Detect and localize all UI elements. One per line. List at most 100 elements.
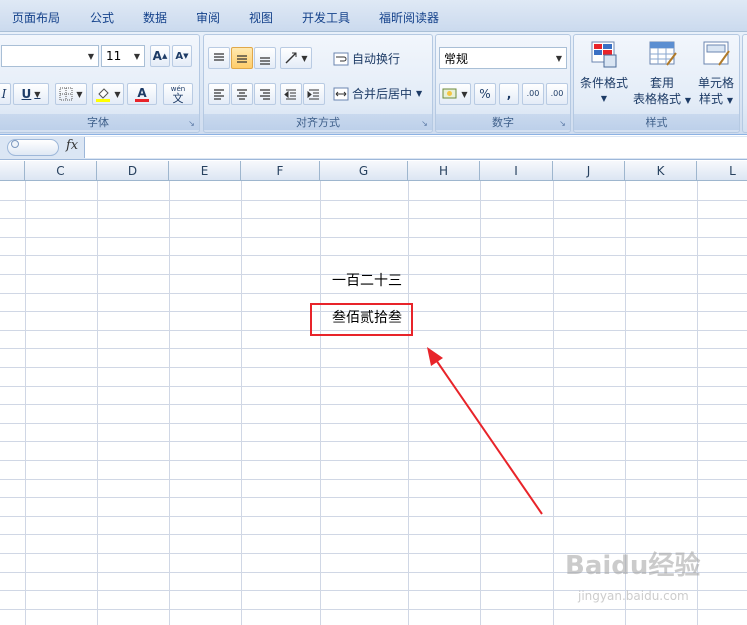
chevron-down-icon: ▼ [555,53,562,63]
tab-foxit-reader[interactable]: 福昕阅读器 [379,9,439,26]
currency-icon [442,88,457,99]
dialog-launcher-icon[interactable]: ↘ [420,119,429,128]
cell-styles-line2: 样式 ▼ [699,92,733,106]
cell-styles-icon [703,41,730,66]
italic-button[interactable]: I [0,83,11,105]
ribbon: ▼ 11 ▼ A ▲ A ▼ I U ▼ ▼ ▼ A wén 文 字体 ↘ ▼ … [0,32,747,135]
tab-data[interactable]: 数据 [143,9,167,26]
arrow-head-icon [427,347,443,366]
italic-label: I [1,87,7,101]
merge-center-label: 合并后居中 [352,87,413,101]
comma-label: , [506,87,512,101]
text-orientation-icon [285,52,297,64]
fill-color-button[interactable]: ▼ [92,83,124,105]
align-left-icon [214,89,224,100]
align-middle-icon [237,55,247,63]
increase-indent-button[interactable] [303,83,325,105]
grow-font-button[interactable]: A ▲ [150,45,170,67]
table-format-line1: 套用 [649,76,674,90]
decrease-indent-button[interactable] [280,83,302,105]
dialog-launcher-icon[interactable]: ↘ [558,119,567,128]
decrease-indent-icon [284,89,296,100]
number-group-label: 数字 [436,114,570,130]
increase-decimal-label: .00 [526,89,540,98]
align-middle-button[interactable] [231,47,253,69]
cell-styles-button[interactable]: 单元格 样式 ▼ [692,39,740,115]
number-format-value: 常规 [444,51,469,66]
name-box-handle-icon[interactable] [11,140,19,148]
alignment-group: ▼ 自动换行 合并后居中 ▼ 对齐方式 ↘ [203,34,433,133]
decrease-decimal-button[interactable]: .00 [546,83,568,105]
conditional-format-icon [591,41,617,68]
tab-view[interactable]: 视图 [249,9,273,26]
baidu-watermark: Baidu经验 [565,551,701,581]
align-center-button[interactable] [231,83,253,105]
wrap-text-label: 自动换行 [352,52,401,66]
font-group-label: 字体 [0,114,199,130]
font-group: ▼ 11 ▼ A ▲ A ▼ I U ▼ ▼ ▼ A wén 文 字体 ↘ [0,34,200,133]
increase-indent-icon [307,89,319,100]
table-format-line2: 表格格式 ▼ [633,92,691,106]
conditional-formatting-button[interactable]: 条件格式 ▼ [577,39,631,115]
accounting-format-button[interactable]: ▼ [439,83,471,105]
percent-style-button[interactable]: % [474,83,496,105]
underline-button[interactable]: U ▼ [13,83,49,105]
phonetic-guide-button[interactable]: wén 文 [163,83,193,105]
ribbon-tab-bar: 页面布局 公式 数据 审阅 视图 开发工具 福昕阅读器 [0,0,747,32]
tab-developer[interactable]: 开发工具 [302,9,350,26]
align-top-button[interactable] [208,47,230,69]
align-left-button[interactable] [208,83,230,105]
chevron-down-icon: ▼ [87,51,94,61]
chevron-down-icon: ▼ [416,89,423,98]
comma-style-button[interactable]: , [499,83,519,105]
tab-review[interactable]: 审阅 [196,9,220,26]
font-color-swatch [135,98,149,102]
decrease-decimal-label: .00 [550,89,564,98]
format-as-table-button[interactable]: 套用 表格格式 ▼ [632,39,692,115]
chevron-down-icon: ▼ [114,89,121,99]
formula-input[interactable] [84,137,747,158]
arrow-shaft [433,356,543,515]
cells-group-partial [742,34,747,133]
chevron-down-icon: ▼ [600,94,608,103]
chevron-down-icon: ▼ [76,89,83,99]
number-group: 常规 ▼ ▼ % , .00 .00 数字 ↘ [435,34,571,133]
phonetic-bottom-label: 文 [172,92,184,105]
styles-group-label: 样式 [574,114,739,130]
styles-group: 条件格式 ▼ 套用 表格格式 ▼ 单元格 样式 ▼ 样式 [573,34,740,133]
alignment-group-label: 对齐方式 [204,114,432,130]
chevron-down-icon: ▼ [133,51,140,61]
insert-function-button[interactable]: fx [66,138,78,153]
chevron-down-icon: ▼ [461,89,468,99]
worksheet-grid[interactable]: C D E F G H I J K L 一百二十三 叁佰贰拾叁 Baidu经验 … [0,161,747,625]
merge-center-button[interactable]: 合并后居中 ▼ [333,85,422,102]
chevron-down-icon: ▼ [301,53,308,63]
orientation-button[interactable]: ▼ [280,47,312,69]
align-bottom-button[interactable] [254,47,276,69]
font-size-value: 11 [106,49,122,63]
shrink-font-label: A [175,50,184,62]
align-center-icon [237,89,247,100]
tab-page-layout[interactable]: 页面布局 [12,9,60,26]
align-right-button[interactable] [254,83,276,105]
percent-label: % [479,87,491,101]
borders-button[interactable]: ▼ [55,83,87,105]
tab-formulas[interactable]: 公式 [90,9,114,26]
font-color-button[interactable]: A [127,83,157,105]
conditional-format-label: 条件格式 [579,76,628,90]
wrap-text-button[interactable]: 自动换行 [333,50,400,67]
underline-label: U [21,87,32,101]
borders-icon [59,87,73,101]
wrap-text-icon [333,52,349,65]
shrink-font-button[interactable]: A ▼ [172,45,192,67]
align-top-icon [214,53,224,61]
font-size-dropdown[interactable]: 11 ▼ [101,45,145,67]
dialog-launcher-icon[interactable]: ↘ [187,119,196,128]
increase-decimal-button[interactable]: .00 [522,83,544,105]
grow-font-label: A [152,49,162,63]
font-name-dropdown[interactable]: ▼ [1,45,99,67]
baidu-watermark-url: jingyan.baidu.com [578,589,689,603]
align-bottom-icon [260,57,270,65]
merge-cells-icon [333,87,349,100]
number-format-dropdown[interactable]: 常规 ▼ [439,47,567,69]
